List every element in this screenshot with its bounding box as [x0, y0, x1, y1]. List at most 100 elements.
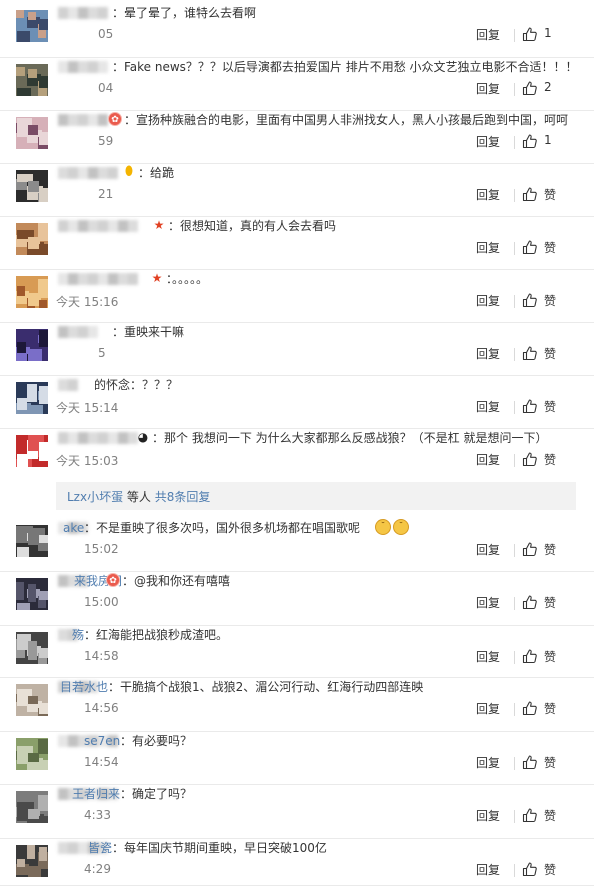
reply-button[interactable]: 回复	[476, 398, 500, 415]
action-divider	[514, 757, 515, 770]
comment-item: ◕ ：那个 我想问一下 为什么大家都那么反感战狼？（不是杠 就是想问一下） 今天 1…	[0, 429, 594, 479]
reply-button[interactable]: 回复	[476, 133, 500, 150]
reply-button[interactable]: 回复	[476, 648, 500, 665]
comment-time: 04	[98, 81, 114, 95]
reply-button[interactable]: 回复	[476, 292, 500, 309]
avatar[interactable]	[16, 382, 48, 414]
avatar[interactable]	[16, 329, 48, 361]
action-divider	[514, 136, 515, 149]
avatar[interactable]	[16, 684, 48, 716]
avatar[interactable]	[16, 64, 48, 96]
more-replies-link[interactable]: 共8条回复	[155, 490, 211, 504]
thumbs-up-icon	[522, 346, 537, 361]
comment-item: 皆瓷 ：每年国庆节期间重映，早日突破100亿 4:29 回复 赞	[0, 839, 594, 886]
reply-button[interactable]: 回复	[476, 80, 500, 97]
comment-time: 4:33	[84, 808, 111, 822]
thumbs-up-icon	[522, 452, 537, 467]
username-visible-part[interactable]: 皆瓷	[88, 839, 112, 857]
like-count: 赞	[544, 453, 557, 467]
star-badge-icon: ★	[151, 271, 163, 285]
comment-text: ：很想知道，真的有人会去看吗	[168, 219, 337, 233]
comment-time: 21	[98, 187, 114, 201]
comment-line: ★：。。。。。	[56, 270, 584, 288]
username-visible-part[interactable]: 目若水也	[60, 678, 108, 696]
comment-item: ：晕了晕了，谁特么去看啊 05 回复 1	[0, 4, 594, 58]
comment-item: ：Fake news？？？以后导演都去拍爱国片 排片不用愁 小众文艺独立电影不合…	[0, 58, 594, 111]
thumbs-up-icon	[522, 187, 537, 202]
reply-button[interactable]: 回复	[476, 345, 500, 362]
avatar[interactable]	[16, 117, 48, 149]
avatar[interactable]	[16, 738, 48, 770]
cat-emoji-icon: ˘	[393, 519, 409, 535]
action-divider	[514, 348, 515, 361]
action-divider	[514, 810, 515, 823]
comment-time: 14:56	[84, 701, 119, 715]
reply-button[interactable]: 回复	[476, 807, 500, 824]
action-divider	[514, 864, 515, 877]
comment-text: ：晕了晕了，谁特么去看啊	[112, 6, 257, 20]
comment-text: ：每年国庆节期间重映，早日突破100亿	[112, 841, 327, 855]
like-count: 赞	[544, 863, 557, 877]
comment-text: ：Fake news？？？以后导演都去拍爱国片 排片不用愁 小众文艺独立电影不合…	[112, 60, 578, 74]
reply-button[interactable]: 回复	[476, 594, 500, 611]
thumbs-up-icon	[522, 399, 537, 414]
reply-button[interactable]: 回复	[476, 451, 500, 468]
comment-text: ：红海能把战狼秒成渣吧。	[84, 628, 229, 642]
username-visible-part[interactable]: se7en	[84, 732, 120, 750]
reply-button[interactable]: 回复	[476, 541, 500, 558]
comment-line: 的怀念：？？？	[56, 376, 584, 394]
like-count: 1	[544, 133, 552, 147]
avatar[interactable]	[16, 223, 48, 255]
username-visible-part[interactable]: 殇	[72, 626, 84, 644]
like-count: 赞	[544, 294, 557, 308]
comment-text: ：有必要吗？	[120, 734, 193, 748]
avatar[interactable]	[16, 525, 48, 557]
comment-line: ：晕了晕了，谁特么去看啊	[56, 4, 584, 22]
avatar[interactable]	[16, 578, 48, 610]
action-divider	[514, 544, 515, 557]
action-divider	[514, 189, 515, 202]
comment-item: 殇：红海能把战狼秒成渣吧。 14:58 回复 赞	[0, 626, 594, 678]
thumbs-up-icon	[522, 27, 537, 42]
avatar[interactable]	[16, 170, 48, 202]
reply-button[interactable]: 回复	[476, 754, 500, 771]
avatar[interactable]	[16, 791, 48, 823]
username-visible-part[interactable]: 王者归来	[72, 785, 120, 803]
username-visible-part[interactable]: ake	[63, 519, 84, 537]
like-count: 赞	[544, 400, 557, 414]
comment-time: 4:29	[84, 862, 111, 876]
comment-item: 来我房间 ✿ ：@我和你还有嘻嘻 15:00 回复 赞	[0, 572, 594, 626]
reply-button[interactable]: 回复	[476, 239, 500, 256]
like-count: 赞	[544, 756, 557, 770]
thumbs-up-icon	[522, 134, 537, 149]
avatar[interactable]	[16, 845, 48, 877]
avatar[interactable]	[16, 632, 48, 664]
comment-actions: 回复 赞	[476, 292, 576, 310]
comment-actions: 回复 2	[476, 80, 576, 98]
comment-time: 今天 15:16	[56, 295, 119, 309]
comment-time: 59	[98, 134, 114, 148]
avatar[interactable]	[16, 435, 48, 467]
comment-actions: 回复 赞	[476, 861, 576, 879]
reply-user-link[interactable]: Lzx小坏蛋	[67, 490, 123, 504]
comment-item: 目若水也 ：干脆搞个战狼1、战狼2、湄公河行动、红海行动四部连映 14:56 回复 赞	[0, 678, 594, 732]
comment-time: 5	[98, 346, 106, 360]
reply-button[interactable]: 回复	[476, 26, 500, 43]
comment-text: ：那个 我想问一下 为什么大家都那么反感战狼？（不是杠 就是想问一下）	[152, 431, 548, 445]
avatar[interactable]	[16, 10, 48, 42]
thumbs-up-icon	[522, 240, 537, 255]
comment-line: 来我房间 ✿ ：@我和你还有嘻嘻	[56, 572, 584, 590]
more-replies-bar[interactable]: Lzx小坏蛋 等人 共8条回复	[56, 482, 576, 510]
thumbs-up-icon	[522, 293, 537, 308]
comment-item: ⬮ ：给跪 21 回复 赞	[0, 164, 594, 217]
comment-text: ：。。。。。	[166, 272, 209, 286]
panda-badge-icon: ◕	[137, 430, 149, 444]
comment-line: 王者归来 ：确定了吗？	[56, 785, 584, 803]
action-divider	[514, 703, 515, 716]
reply-button[interactable]: 回复	[476, 186, 500, 203]
comment-time: 15:02	[84, 542, 119, 556]
comment-line: ：重映来干嘛	[56, 323, 584, 341]
avatar[interactable]	[16, 276, 48, 308]
reply-button[interactable]: 回复	[476, 861, 500, 878]
reply-button[interactable]: 回复	[476, 700, 500, 717]
